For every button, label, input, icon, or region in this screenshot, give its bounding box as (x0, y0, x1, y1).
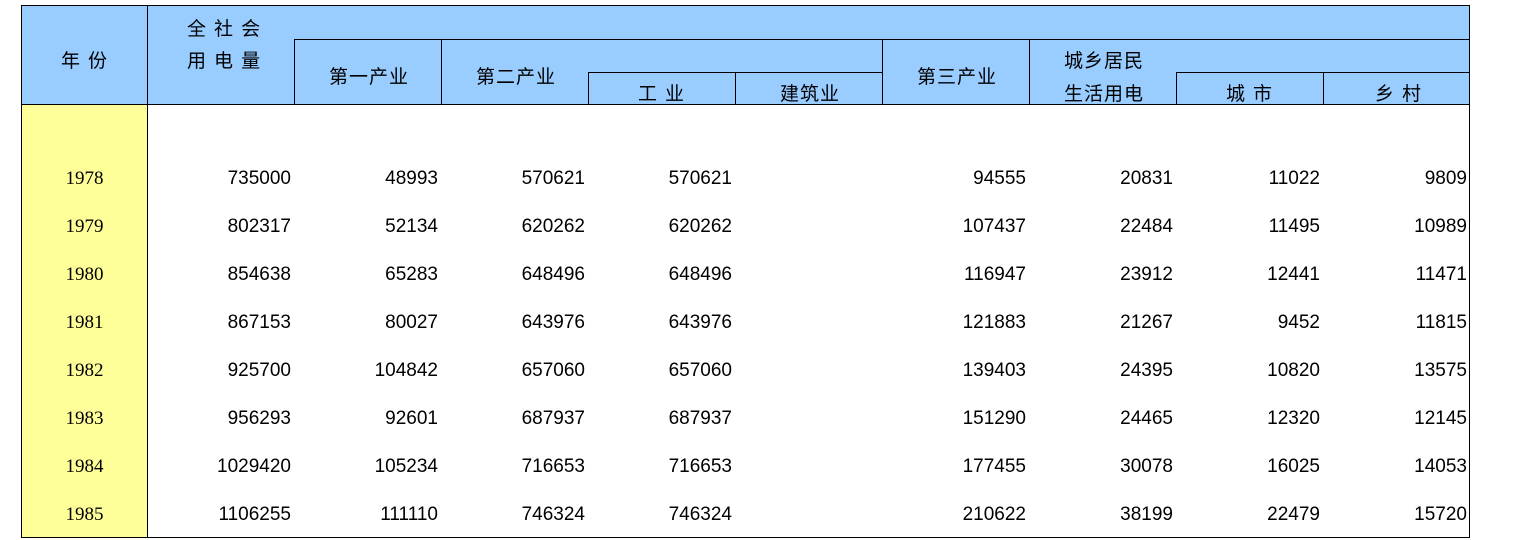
industry-cell: 648496 (668, 264, 732, 285)
header-residential-line2: 生活用电 (1064, 83, 1145, 105)
industry-cell: 643976 (668, 312, 732, 333)
industry-cell: 657060 (668, 360, 732, 381)
residential-cell: 20831 (1120, 168, 1173, 189)
grid-line (1176, 72, 1177, 105)
industry-cell: 620262 (668, 216, 732, 237)
residential-cell: 24395 (1120, 360, 1173, 381)
urban-cell: 12320 (1267, 408, 1320, 429)
rural-cell: 12145 (1414, 408, 1467, 429)
rural-cell: 14053 (1414, 456, 1467, 477)
header-year: 年 份 (61, 50, 109, 72)
total-cell: 1029420 (217, 456, 291, 477)
year-cell: 1980 (65, 264, 104, 285)
statistics-table: 年 份 全 社 会 用 电 量 第一产业 第二产业 工 业 建筑业 第三产业 城… (0, 0, 1534, 540)
grid-line (1029, 39, 1030, 105)
tertiary-cell: 210622 (962, 504, 1026, 525)
residential-cell: 24465 (1120, 408, 1173, 429)
primary-cell: 104842 (374, 360, 438, 381)
residential-cell: 30078 (1120, 456, 1173, 477)
primary-cell: 52134 (385, 216, 438, 237)
primary-cell: 92601 (385, 408, 438, 429)
tertiary-cell: 121883 (962, 312, 1026, 333)
industry-cell: 716653 (668, 456, 732, 477)
grid-line (22, 5, 1470, 6)
rural-cell: 11471 (1415, 264, 1467, 285)
secondary-cell: 746324 (521, 504, 585, 525)
header-urban: 城 市 (1226, 83, 1274, 105)
secondary-cell: 716653 (521, 456, 585, 477)
urban-cell: 10820 (1267, 360, 1320, 381)
year-cell: 1985 (65, 504, 104, 525)
grid-line (882, 39, 883, 105)
tertiary-cell: 116947 (964, 264, 1026, 285)
primary-cell: 111110 (380, 504, 438, 525)
grid-line (441, 39, 442, 105)
year-cell: 1979 (65, 216, 104, 237)
year-cell: 1984 (65, 456, 104, 477)
secondary-cell: 657060 (521, 360, 585, 381)
year-cell: 1981 (65, 312, 104, 333)
urban-cell: 16025 (1267, 456, 1320, 477)
header-tertiary-industry: 第三产业 (917, 66, 998, 88)
secondary-cell: 643976 (521, 312, 585, 333)
grid-line (588, 72, 589, 105)
tertiary-cell: 94555 (973, 168, 1026, 189)
rural-cell: 13575 (1414, 360, 1467, 381)
header-rural: 乡 村 (1375, 83, 1423, 105)
primary-cell: 80027 (385, 312, 438, 333)
grid-line (294, 39, 295, 105)
secondary-cell: 648496 (521, 264, 585, 285)
rural-cell: 15720 (1414, 504, 1467, 525)
total-cell: 854638 (227, 264, 291, 285)
residential-cell: 22484 (1120, 216, 1173, 237)
tertiary-cell: 139403 (962, 360, 1026, 381)
primary-cell: 48993 (385, 168, 438, 189)
year-cell: 1983 (65, 408, 104, 429)
total-cell: 802317 (227, 216, 291, 237)
industry-cell: 687937 (668, 408, 732, 429)
secondary-cell: 620262 (521, 216, 585, 237)
total-cell: 956293 (227, 408, 291, 429)
urban-cell: 11022 (1268, 168, 1320, 189)
year-cell: 1982 (65, 360, 104, 381)
grid-line (1469, 5, 1470, 538)
primary-cell: 105234 (374, 456, 438, 477)
urban-cell: 22479 (1267, 504, 1320, 525)
total-cell: 735000 (227, 168, 291, 189)
urban-cell: 11495 (1268, 216, 1320, 237)
rural-cell: 11815 (1415, 312, 1467, 333)
header-industry: 工 业 (638, 83, 686, 105)
urban-cell: 12441 (1267, 264, 1320, 285)
residential-cell: 38199 (1120, 504, 1173, 525)
total-cell: 1106255 (218, 504, 291, 525)
urban-cell: 9452 (1277, 312, 1320, 333)
residential-cell: 23912 (1120, 264, 1173, 285)
year-cell: 1978 (65, 168, 104, 189)
header-residential-line1: 城乡居民 (1064, 50, 1145, 72)
industry-cell: 746324 (668, 504, 732, 525)
total-cell: 867153 (227, 312, 291, 333)
residential-cell: 21267 (1120, 312, 1173, 333)
primary-cell: 65283 (385, 264, 438, 285)
tertiary-cell: 107437 (962, 216, 1026, 237)
grid-line (147, 5, 148, 538)
industry-cell: 570621 (668, 168, 732, 189)
header-construction: 建筑业 (780, 83, 841, 105)
secondary-cell: 570621 (521, 168, 585, 189)
rural-cell: 9809 (1424, 168, 1467, 189)
header-total-line1: 全 社 会 (187, 18, 262, 40)
header-total-line2: 用 电 量 (187, 50, 262, 72)
tertiary-cell: 151290 (962, 408, 1026, 429)
rural-cell: 10989 (1414, 216, 1467, 237)
grid-line (22, 537, 1470, 538)
total-cell: 925700 (227, 360, 291, 381)
header-secondary-industry: 第二产业 (476, 66, 557, 88)
header-primary-industry: 第一产业 (329, 66, 410, 88)
secondary-cell: 687937 (521, 408, 585, 429)
grid-line (735, 72, 736, 105)
grid-line (1323, 72, 1324, 105)
tertiary-cell: 177455 (962, 456, 1026, 477)
